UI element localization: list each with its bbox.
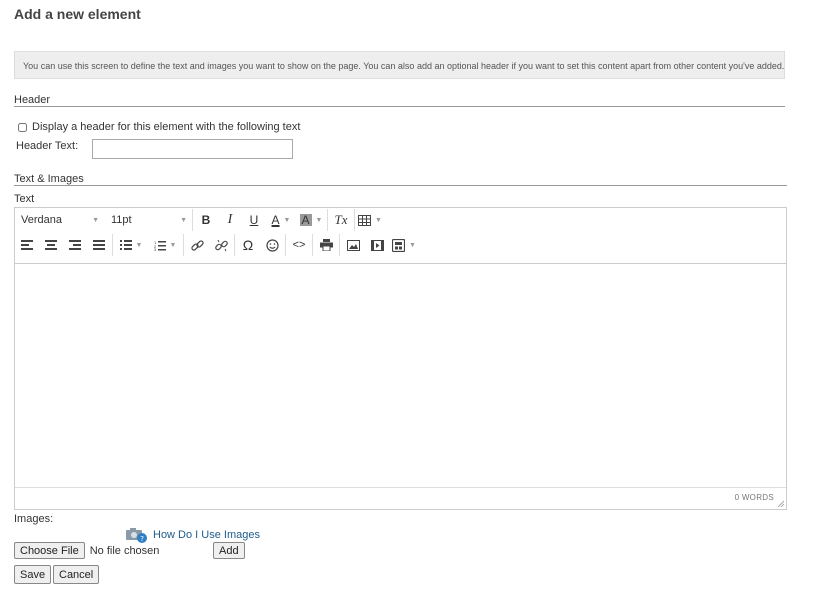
how-do-i-use-images-link[interactable]: How Do I Use Images (153, 529, 260, 541)
numbered-list-button[interactable]: 123 ▼ (148, 233, 182, 257)
image-icon (346, 239, 360, 251)
text-images-section-divider (14, 185, 787, 186)
word-count: 0 WORDS (734, 493, 774, 502)
chevron-down-icon: ▼ (169, 241, 177, 249)
editor-statusbar: 0 WORDS (15, 487, 786, 509)
display-header-checkbox[interactable] (18, 122, 27, 132)
unlink-button[interactable] (209, 233, 233, 257)
align-right-icon (69, 240, 81, 250)
display-header-row: Display a header for this element with t… (18, 121, 300, 133)
font-size-select[interactable]: 11pt ▼ (105, 208, 191, 232)
toolbar-separator (327, 209, 328, 231)
insert-template-button[interactable]: ▼ (389, 233, 419, 257)
source-code-button[interactable]: <> (287, 233, 311, 257)
add-image-button[interactable]: Add (213, 542, 245, 559)
text-images-section-title: Text & Images (14, 173, 84, 185)
toolbar-separator (339, 234, 340, 256)
bullet-list-icon (119, 240, 132, 250)
header-text-input[interactable] (92, 139, 293, 159)
template-icon (392, 238, 406, 252)
link-icon (190, 239, 204, 251)
text-label: Text (14, 193, 35, 205)
unlink-icon (214, 239, 228, 251)
file-upload-row: Choose File No file chosen (14, 542, 159, 559)
editor-toolbar: Verdana ▼ 11pt ▼ B I U A ▼ A ▼ Tx ▼ ▼ 1 … (15, 208, 786, 264)
resize-handle-icon[interactable] (777, 500, 784, 507)
cancel-button[interactable]: Cancel (53, 565, 100, 584)
font-size-value: 11pt (111, 214, 132, 226)
toolbar-separator (183, 234, 184, 256)
clear-formatting-button[interactable]: Tx (329, 208, 353, 232)
underline-button[interactable]: U (242, 208, 266, 232)
header-text-label: Header Text: (16, 140, 79, 152)
header-section-title: Header (14, 94, 51, 106)
chevron-down-icon: ▼ (180, 216, 187, 224)
info-box: You can use this screen to define the te… (14, 51, 785, 79)
table-icon (358, 214, 372, 226)
italic-button[interactable]: I (218, 208, 242, 232)
editor-content-area[interactable] (15, 263, 786, 488)
background-color-icon: A (299, 213, 312, 227)
italic-icon: I (227, 212, 233, 227)
toolbar-separator (192, 209, 193, 231)
chevron-down-icon: ▼ (315, 216, 323, 224)
align-center-button[interactable] (39, 233, 63, 257)
print-icon (319, 239, 333, 251)
align-center-icon (45, 240, 57, 250)
numbered-list-icon: 123 (154, 240, 166, 251)
table-button[interactable]: ▼ (356, 208, 384, 232)
save-button[interactable]: Save (14, 565, 52, 584)
header-section-divider (14, 106, 785, 107)
page-title: Add a new element (14, 6, 141, 22)
rich-text-editor: Verdana ▼ 11pt ▼ B I U A ▼ A ▼ Tx ▼ ▼ 1 … (14, 207, 787, 510)
text-color-icon: A (271, 213, 280, 227)
font-family-value: Verdana (21, 214, 62, 226)
clear-formatting-icon: Tx (334, 212, 348, 227)
print-button[interactable] (314, 233, 338, 257)
background-color-button[interactable]: A ▼ (296, 208, 326, 232)
toolbar-separator (234, 234, 235, 256)
chevron-down-icon: ▼ (92, 216, 99, 224)
insert-media-button[interactable] (365, 233, 389, 257)
special-character-button[interactable]: Ω (236, 233, 260, 257)
toolbar-separator (112, 234, 113, 256)
font-family-select[interactable]: Verdana ▼ (15, 208, 103, 232)
bold-button[interactable]: B (194, 208, 218, 232)
bullet-list-button[interactable]: ▼ (114, 233, 148, 257)
underline-icon: U (249, 213, 259, 227)
media-icon (370, 239, 384, 251)
chevron-down-icon: ▼ (135, 241, 143, 249)
emoticon-icon (265, 238, 279, 252)
link-button[interactable] (185, 233, 209, 257)
align-right-button[interactable] (63, 233, 87, 257)
emoticon-button[interactable] (260, 233, 284, 257)
text-color-button[interactable]: A ▼ (266, 208, 296, 232)
choose-file-button[interactable]: Choose File (14, 542, 85, 559)
align-left-button[interactable] (15, 233, 39, 257)
bold-icon: B (201, 213, 211, 227)
chevron-down-icon: ▼ (283, 216, 291, 224)
special-character-icon: Ω (242, 237, 254, 253)
source-code-icon: <> (292, 239, 306, 251)
image-help: ? How Do I Use Images (125, 526, 260, 543)
toolbar-separator (354, 209, 355, 231)
toolbar-separator (285, 234, 286, 256)
justify-icon (93, 240, 105, 250)
chevron-down-icon: ▼ (409, 241, 416, 249)
insert-image-button[interactable] (341, 233, 365, 257)
display-header-label: Display a header for this element with t… (32, 121, 301, 133)
svg-text:3: 3 (154, 247, 157, 251)
no-file-chosen-text: No file chosen (89, 544, 160, 557)
camera-help-icon: ? (126, 528, 147, 543)
chevron-down-icon: ▼ (375, 216, 382, 224)
toolbar-separator (312, 234, 313, 256)
justify-button[interactable] (87, 233, 111, 257)
images-label: Images: (14, 513, 54, 525)
align-left-icon (21, 240, 33, 250)
